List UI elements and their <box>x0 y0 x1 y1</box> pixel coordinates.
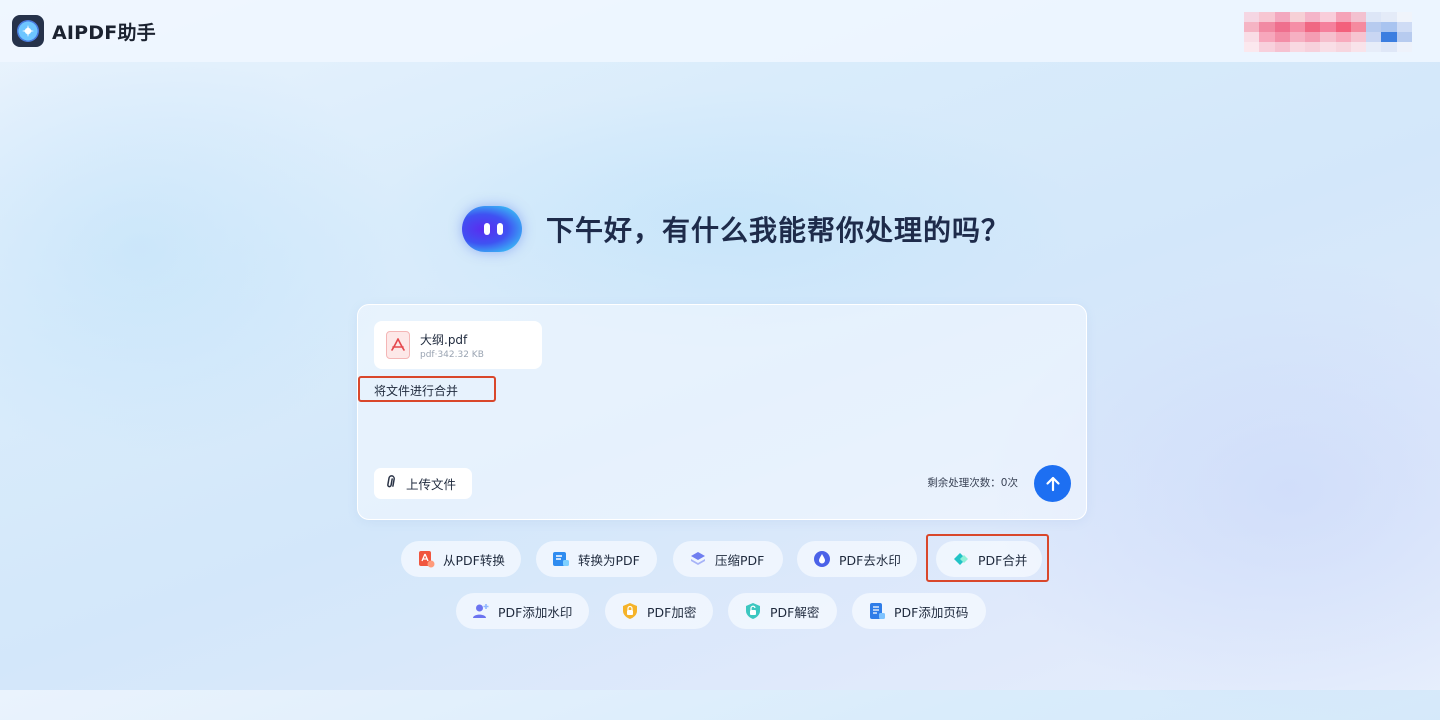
tool-chip-remove-watermark[interactable]: PDF去水印 <box>797 541 917 577</box>
tool-chip-label: 压缩PDF <box>715 552 765 568</box>
tool-chip-label: PDF去水印 <box>839 552 901 568</box>
add-watermark-icon <box>472 602 490 620</box>
paperclip-icon <box>382 473 402 495</box>
upload-file-label: 上传文件 <box>406 477 457 492</box>
brand[interactable]: AIPDF助手 <box>12 15 156 47</box>
send-button[interactable] <box>1034 465 1071 502</box>
remaining-quota: 剩余处理次数：0次 <box>927 477 1018 489</box>
tool-chip-compress-pdf[interactable]: 压缩PDF <box>673 541 783 577</box>
tool-chip-unlock-pdf[interactable]: PDF解密 <box>728 593 837 629</box>
arrow-up-icon <box>1045 476 1060 491</box>
tool-chip-label: PDF加密 <box>647 604 697 620</box>
app-name: AIPDF助手 <box>52 21 156 44</box>
prompt-input[interactable]: 将文件进行合并 <box>358 376 496 402</box>
greeting: 下午好，有什么我能帮你处理的吗？ <box>462 200 1010 258</box>
assistant-bot-icon <box>462 206 522 252</box>
compress-pdf-icon <box>689 550 707 568</box>
file-info: pdf·342.32 KB <box>420 349 484 360</box>
merge-highlight-box <box>926 534 1049 582</box>
tool-chip-lock-pdf[interactable]: PDF加密 <box>605 593 713 629</box>
tool-chip-label: PDF解密 <box>770 604 820 620</box>
attached-file[interactable]: 大纲.pdf pdf·342.32 KB <box>374 321 542 369</box>
user-avatar[interactable] <box>1244 12 1412 52</box>
top-bar: AIPDF助手 <box>0 0 1440 62</box>
prompt-composer[interactable]: 大纲.pdf pdf·342.32 KB 将文件进行合并 上传文件 剩余处理次数… <box>357 304 1087 520</box>
tool-chip-label: 转换为PDF <box>578 552 640 568</box>
file-name: 大纲.pdf <box>420 332 468 347</box>
lock-pdf-icon <box>621 602 639 620</box>
upload-file-button[interactable]: 上传文件 <box>374 468 472 499</box>
pdf-convert-from-icon <box>417 550 435 568</box>
greeting-text: 下午好，有什么我能帮你处理的吗？ <box>546 214 1011 247</box>
pdf-file-icon <box>386 331 410 359</box>
page-number-icon <box>868 602 886 620</box>
sparkle-logo-icon <box>12 15 44 47</box>
remove-watermark-icon <box>813 550 831 568</box>
tool-chip-label: PDF添加页码 <box>894 604 969 620</box>
tool-chip-convert-to-pdf[interactable]: 转换为PDF <box>536 541 657 577</box>
tool-chip-label: PDF添加水印 <box>498 604 573 620</box>
tool-chip-label: 从PDF转换 <box>443 552 505 568</box>
tool-chip-pdf-convert-from[interactable]: 从PDF转换 <box>401 541 521 577</box>
tool-chip-add-watermark[interactable]: PDF添加水印 <box>456 593 589 629</box>
unlock-pdf-icon <box>744 602 762 620</box>
convert-to-pdf-icon <box>552 550 570 568</box>
tool-chip-page-number[interactable]: PDF添加页码 <box>852 593 986 629</box>
